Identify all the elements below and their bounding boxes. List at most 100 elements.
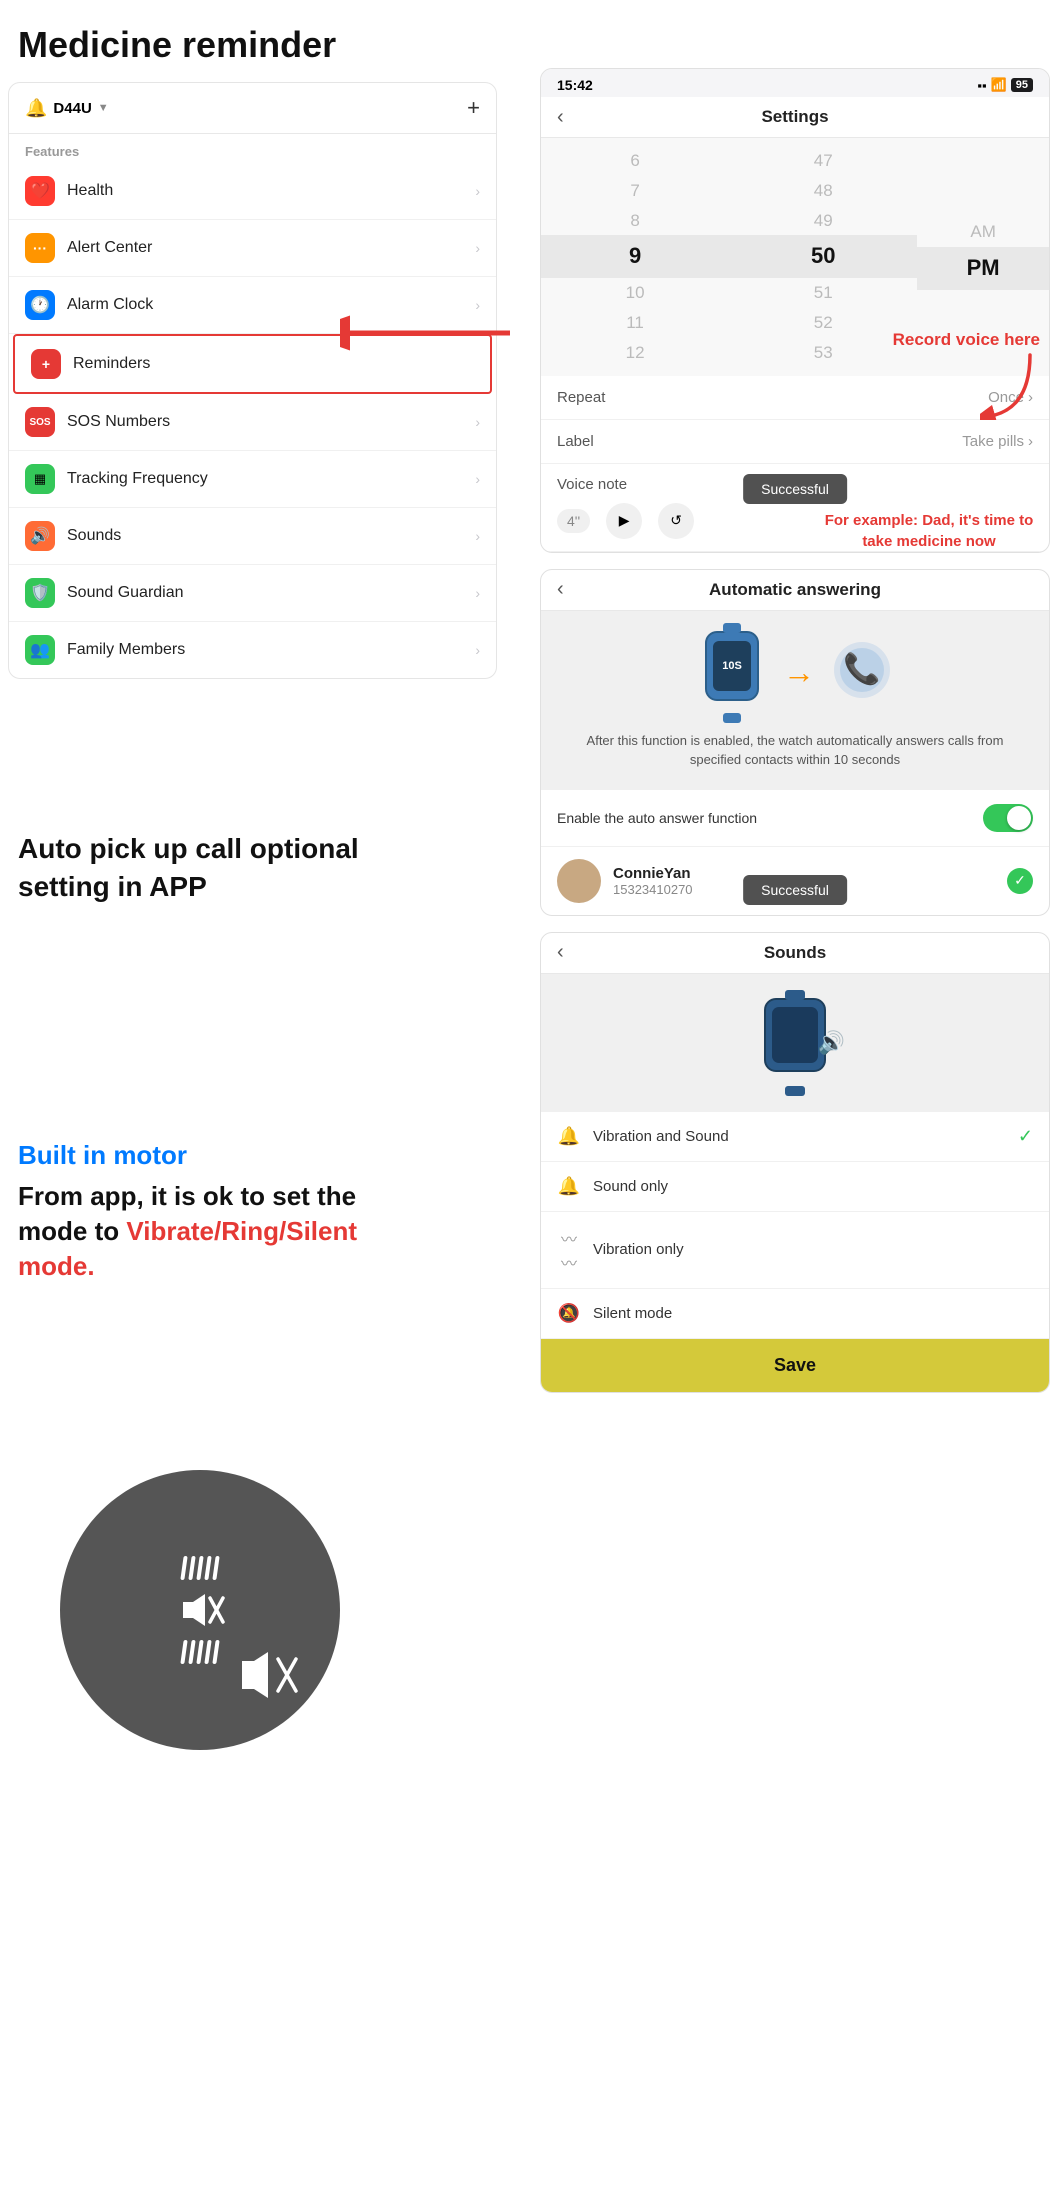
save-button[interactable]: Save <box>541 1339 1049 1392</box>
vibration-only-label: Vibration only <box>593 1241 1033 1258</box>
sound-option-vibration-sound[interactable]: 🔔 Vibration and Sound ✓ <box>541 1112 1049 1162</box>
play-button[interactable]: ▶ <box>606 503 642 539</box>
label-value: Take pills › <box>962 433 1033 450</box>
toggle-knob <box>1007 806 1031 830</box>
dropdown-arrow-icon: ▼ <box>98 102 109 114</box>
hour-9-selected: 9 <box>541 235 729 278</box>
sound-option-silent[interactable]: 🔕 Silent mode <box>541 1289 1049 1339</box>
back-button[interactable]: ‹ <box>557 106 564 129</box>
replay-button[interactable]: ↺ <box>658 503 694 539</box>
family-icon: 👥 <box>25 635 55 665</box>
alarm-icon: 🕐 <box>25 290 55 320</box>
minute-column[interactable]: 47 48 49 50 51 52 53 <box>729 146 917 368</box>
repeat-label: Repeat <box>557 389 605 406</box>
auto-answer-desc: After this function is enabled, the watc… <box>561 731 1029 770</box>
record-voice-annotation: Record voice here <box>893 330 1040 420</box>
sidebar-item-health[interactable]: ❤️ Health › <box>9 163 496 220</box>
watch-call-icons: 10S → 📞 <box>697 631 893 715</box>
sos-icon: SOS <box>25 407 55 437</box>
watch-strap-top <box>723 623 741 633</box>
back-button-2[interactable]: ‹ <box>557 578 564 601</box>
sidebar-item-sos[interactable]: SOS SOS Numbers › <box>9 394 496 451</box>
toggle-row: Enable the auto answer function <box>541 790 1049 847</box>
sound-option-sound-only[interactable]: 🔔 Sound only <box>541 1162 1049 1212</box>
hour-7: 7 <box>541 176 729 206</box>
ampm-am-val: AM <box>917 217 1049 247</box>
watch-sound-strap-bottom <box>785 1086 805 1096</box>
phone-call-icon: 📞 <box>831 639 893 706</box>
contact-row: ConnieYan 15323410270 ✓ Successful <box>541 847 1049 915</box>
chevron-right-icon: › <box>475 183 480 199</box>
watch-sound-graphic: 🔊 <box>745 998 845 1088</box>
status-bar: 15:42 ▪▪ 📶 95 <box>541 69 1049 97</box>
sidebar-item-alert[interactable]: ··· Alert Center › <box>9 220 496 277</box>
example-text-annotation: For example: Dad, it's time to take medi… <box>814 510 1044 552</box>
min-51: 51 <box>729 278 917 308</box>
sound-option-vibration-only[interactable]: 〰〰 Vibration only <box>541 1212 1049 1289</box>
watch-strap-bottom <box>723 713 741 723</box>
contact-toast: Successful <box>743 875 847 905</box>
wifi-icon: 📶 <box>991 77 1007 93</box>
ampm-column[interactable]: AM PM <box>917 205 1049 308</box>
hour-10: 10 <box>541 278 729 308</box>
reminders-icon: + <box>31 349 61 379</box>
built-in-motor-desc: From app, it is ok to set the mode to Vi… <box>18 1179 398 1284</box>
vib-lines-top <box>182 1556 218 1580</box>
label-row[interactable]: Label Take pills › <box>541 420 1049 464</box>
vibration-sound-label: Vibration and Sound <box>593 1128 1018 1145</box>
silent-icon: 🔕 <box>557 1303 581 1324</box>
hour-column[interactable]: 6 7 8 9 10 11 12 <box>541 146 729 368</box>
sounds-nav: ‹ Sounds <box>541 933 1049 974</box>
sound-wave-icon: 🔊 <box>818 1030 845 1056</box>
watch-screen: 10S <box>713 641 751 691</box>
add-button[interactable]: + <box>467 95 480 121</box>
ampm-pm-selected: PM <box>917 247 1049 290</box>
arrow-icon: → <box>783 654 815 691</box>
vibration-sound-icon: 🔔 <box>557 1126 581 1147</box>
app-panel: 🔔 D44U ▼ + Features ❤️ Health › ··· Aler… <box>8 82 497 679</box>
sidebar-item-tracking[interactable]: ▦ Tracking Frequency › <box>9 451 496 508</box>
avatar <box>557 859 601 903</box>
ampm-empty3 <box>917 302 1049 308</box>
chevron-right-icon: › <box>475 528 480 544</box>
tracking-icon: ▦ <box>25 464 55 494</box>
sidebar-item-family[interactable]: 👥 Family Members › <box>9 622 496 678</box>
status-icons: ▪▪ 📶 95 <box>977 77 1033 93</box>
sound-only-label: Sound only <box>593 1178 1033 1195</box>
device-name: D44U <box>53 100 91 117</box>
auto-pickup-text: Auto pick up call optional setting in AP… <box>18 830 388 906</box>
back-button-3[interactable]: ‹ <box>557 941 564 964</box>
guardian-label: Sound Guardian <box>67 584 475 602</box>
vibration-mode-icon <box>60 1470 340 1750</box>
auto-answer-screen: ‹ Automatic answering 10S → <box>540 569 1050 916</box>
app-header: 🔔 D44U ▼ + <box>9 83 496 134</box>
right-column: 15:42 ▪▪ 📶 95 ‹ Settings 6 7 8 9 10 11 <box>530 0 1060 1393</box>
record-arrow-icon <box>980 350 1040 420</box>
device-selector[interactable]: 🔔 D44U ▼ <box>25 98 109 119</box>
settings-nav-title: Settings <box>761 107 828 127</box>
hour-6: 6 <box>541 146 729 176</box>
red-arrow-annotation <box>340 308 520 358</box>
sidebar-item-guardian[interactable]: 🛡️ Sound Guardian › <box>9 565 496 622</box>
health-label: Health <box>67 182 475 200</box>
label-label: Label <box>557 433 594 450</box>
sounds-screen: ‹ Sounds 🔊 🔔 Vibration and Sound ✓ <box>540 932 1050 1393</box>
chevron-right-icon: › <box>1028 433 1033 450</box>
features-label: Features <box>9 134 496 163</box>
settings-nav: ‹ Settings <box>541 97 1049 138</box>
sounds-banner: 🔊 <box>541 974 1049 1112</box>
check-icon: ✓ <box>1007 868 1033 894</box>
tracking-label: Tracking Frequency <box>67 470 475 488</box>
sidebar-item-sounds[interactable]: 🔊 Sounds › <box>9 508 496 565</box>
min-49: 49 <box>729 206 917 236</box>
auto-answer-banner: 10S → 📞 <box>541 611 1049 790</box>
voice-toast: Successful <box>743 474 847 504</box>
bell-icon: 🔔 <box>25 98 47 119</box>
silent-label: Silent mode <box>593 1305 1033 1322</box>
chevron-right-icon: › <box>475 471 480 487</box>
health-icon: ❤️ <box>25 176 55 206</box>
vibration-lines-icon <box>175 1556 225 1664</box>
hour-12: 12 <box>541 338 729 368</box>
toggle-switch[interactable] <box>983 804 1033 832</box>
muted-speaker-top-icon <box>175 1588 225 1632</box>
